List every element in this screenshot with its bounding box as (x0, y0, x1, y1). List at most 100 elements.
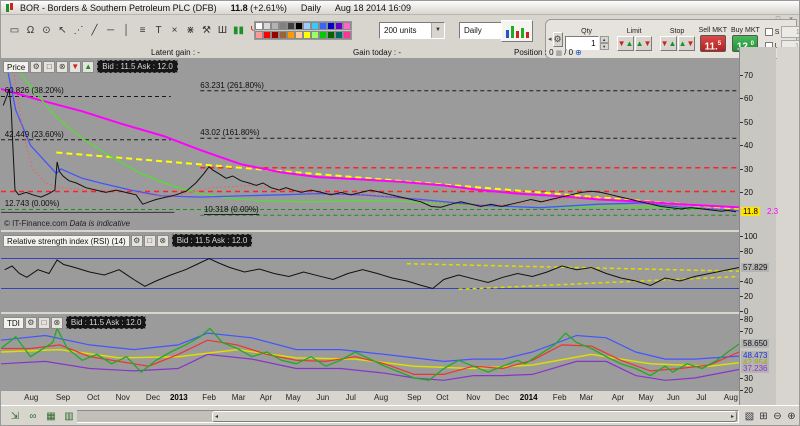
rsi-pane[interactable]: Relative strength index (RSI) (14) ⚙ □ ⊗… (1, 232, 739, 312)
color-swatch[interactable] (311, 31, 319, 39)
window-icon[interactable]: □ (144, 235, 156, 247)
window-icon[interactable]: □ (38, 317, 50, 329)
copyright-italic: Data is indicative (69, 219, 129, 228)
tdi-value-badge: 58.650 (741, 339, 769, 348)
tools-icon[interactable]: ⚒ (199, 22, 214, 38)
close-icon[interactable]: ⊗ (157, 235, 169, 247)
color-swatch[interactable] (319, 31, 327, 39)
color-swatch[interactable] (319, 22, 327, 30)
sell-mkt-label: Sell MKT (699, 27, 727, 34)
time-axis-month: Feb (202, 393, 216, 402)
value-axis[interactable]: 70605040302011.82.3100804020057.82980703… (739, 47, 776, 405)
zoom-in-icon[interactable]: ⊕ (785, 409, 798, 424)
color-swatch[interactable] (255, 22, 263, 30)
tdi-pane-header: TDI ⚙ □ ⊗ Bid : 11.5 Ask : 12.0 (3, 316, 146, 329)
alarm-icon[interactable]: Ω (23, 22, 38, 38)
color-swatch[interactable] (263, 31, 271, 39)
color-swatch[interactable] (295, 31, 303, 39)
horizontal-line-icon[interactable]: ─ (103, 22, 118, 38)
angles-icon[interactable]: ⋇ (183, 22, 198, 38)
axis-tick-label: 30 (744, 374, 774, 383)
cross-icon[interactable]: × (167, 22, 182, 38)
gain-today-label: Gain today : - (353, 48, 401, 57)
snapshot-icon[interactable]: ⇲ (7, 409, 23, 424)
color-swatch[interactable] (303, 31, 311, 39)
step-up-icon[interactable]: ▲ (600, 36, 609, 43)
axis-tick-mark (740, 331, 743, 332)
wrench-icon[interactable]: ⚙ (131, 235, 143, 247)
color-swatch[interactable] (287, 31, 295, 39)
price-pane-header: Price ⚙ □ ⊗ ▼ ▲ Bid : 11.5 Ask : 12.0 (3, 60, 178, 73)
color-swatch[interactable] (287, 22, 295, 30)
magnifier-icon[interactable]: ⊙ (39, 22, 54, 38)
attach-stop-value[interactable]: 10.0 (781, 26, 800, 38)
time-scrollbar[interactable]: ◂ ▸ (71, 410, 739, 423)
mini-chart-button[interactable] (501, 20, 533, 42)
wrench-icon[interactable]: ⚙ (30, 61, 42, 73)
point-line-icon[interactable]: ⋰ (71, 22, 86, 38)
zoom-out-icon[interactable]: ⊖ (771, 409, 784, 424)
pointer-icon[interactable]: ↖ (55, 22, 70, 38)
axis-tick-label: 50 (744, 118, 774, 127)
window-icon[interactable]: □ (43, 61, 55, 73)
chevron-down-icon[interactable]: ▼ (431, 23, 444, 38)
mini-chart-bar (526, 32, 529, 38)
position-detail-icon[interactable]: ▦ (556, 49, 563, 57)
color-swatch[interactable] (271, 31, 279, 39)
time-axis-month: Jul (346, 393, 356, 402)
candlestick-icon[interactable]: ▮▮ (231, 22, 246, 38)
fib-retracement-icon[interactable]: ≡ (135, 22, 150, 38)
close-icon[interactable]: ⊗ (51, 317, 63, 329)
zoom-area-icon[interactable]: ⊞ (757, 409, 770, 424)
color-swatch[interactable] (311, 22, 319, 30)
color-swatch[interactable] (343, 22, 351, 30)
vertical-line-icon[interactable]: │ (119, 22, 134, 38)
bars-icon[interactable]: ▥ (61, 409, 77, 424)
color-swatch[interactable] (295, 22, 303, 30)
position-search-icon[interactable]: ⊕ (575, 48, 582, 57)
time-axis-month: May (286, 393, 301, 402)
sell-price-decimal: 5 (718, 41, 721, 47)
time-axis[interactable]: AugSepOctNovDec2013FebMarAprMayJunJulAug… (1, 390, 739, 405)
price-value-badge: 2.3 (765, 207, 780, 216)
trash-icon[interactable]: Ш (215, 22, 230, 38)
quick-sell-icon[interactable]: ▼ (69, 61, 81, 73)
scrollbar-thumb[interactable]: ◂ ▸ (212, 411, 737, 422)
color-swatch[interactable] (279, 22, 287, 30)
line-icon[interactable]: ╱ (87, 22, 102, 38)
axis-tick-label: 20 (744, 292, 774, 301)
ruler-icon[interactable]: ▭ (7, 22, 22, 38)
fib-level-label: 63.231 (261.80%) (200, 81, 264, 90)
window-chart-icon[interactable]: ▦ (43, 409, 59, 424)
color-swatch[interactable] (271, 22, 279, 30)
axis-tick-mark (740, 390, 743, 391)
text-icon[interactable]: T (151, 22, 166, 38)
color-swatch[interactable] (335, 31, 343, 39)
attach-stop-checkbox[interactable] (765, 28, 773, 36)
time-axis-year: 2014 (520, 393, 538, 402)
close-icon[interactable]: ⊗ (56, 61, 68, 73)
period-select-value: Daily (460, 26, 501, 35)
color-swatch[interactable] (303, 22, 311, 30)
quick-buy-icon[interactable]: ▲ (82, 61, 94, 73)
order-settings-button[interactable]: ⚙ (553, 32, 563, 47)
color-swatch[interactable] (279, 31, 287, 39)
units-select[interactable]: 200 units ▼ (379, 22, 445, 39)
tdi-pane[interactable]: TDI ⚙ □ ⊗ Bid : 11.5 Ask : 12.0 (1, 314, 739, 390)
color-swatch[interactable] (327, 22, 335, 30)
auto-scale-icon[interactable]: ▧ (743, 409, 756, 424)
color-swatch[interactable] (255, 31, 263, 39)
attach-stop-label: S (775, 29, 780, 36)
wrench-icon[interactable]: ⚙ (25, 317, 37, 329)
collapse-arrow-icon[interactable]: ◂ (548, 35, 552, 43)
color-swatch[interactable] (335, 22, 343, 30)
scroll-right-icon[interactable]: ▸ (731, 413, 734, 420)
rsi-pane-header: Relative strength index (RSI) (14) ⚙ □ ⊗… (3, 234, 252, 247)
link-icon[interactable]: ∞ (25, 409, 41, 424)
price-pane[interactable]: Price ⚙ □ ⊗ ▼ ▲ Bid : 11.5 Ask : 12.0 © … (1, 58, 739, 230)
time-axis-month: Sep (407, 393, 421, 402)
color-swatch[interactable] (343, 31, 351, 39)
color-swatch[interactable] (327, 31, 335, 39)
color-swatch[interactable] (263, 22, 271, 30)
scroll-left-icon[interactable]: ◂ (215, 413, 218, 420)
